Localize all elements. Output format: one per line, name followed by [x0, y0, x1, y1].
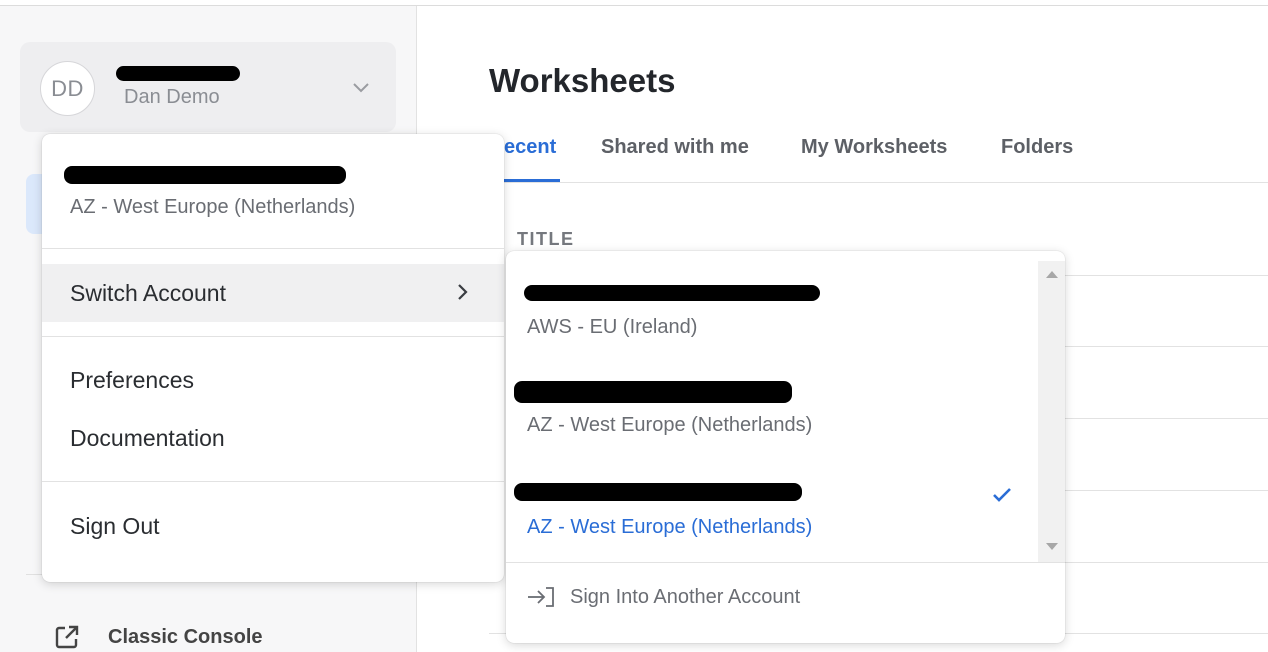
documentation-item[interactable]: Documentation: [42, 409, 504, 467]
redacted-account-name: [524, 285, 820, 301]
redacted-account-name: [64, 166, 346, 184]
table-row-divider: [1060, 275, 1268, 276]
switch-account-submenu: AWS - EU (Ireland) AZ - West Europe (Net…: [506, 251, 1065, 643]
submenu-divider: [506, 562, 1065, 563]
checkmark-icon: [993, 488, 1011, 502]
redacted-account-name: [514, 483, 802, 501]
current-account-region: AZ - West Europe (Netherlands): [70, 196, 356, 218]
menu-divider: [42, 248, 504, 249]
sign-out-item[interactable]: Sign Out: [42, 497, 504, 555]
account-menu: AZ - West Europe (Netherlands) Switch Ac…: [42, 134, 504, 582]
chevron-down-icon: [353, 83, 369, 93]
account-region: AZ - West Europe (Netherlands): [527, 414, 813, 436]
scroll-up-arrow-icon[interactable]: [1046, 271, 1058, 278]
account-option-selected[interactable]: AZ - West Europe (Netherlands): [506, 467, 1036, 567]
sign-in-icon: [528, 587, 554, 607]
switch-account-item[interactable]: Switch Account: [42, 264, 504, 322]
scroll-down-arrow-icon[interactable]: [1046, 543, 1058, 550]
preferences-item[interactable]: Preferences: [42, 351, 504, 409]
user-menu-button[interactable]: DD Dan Demo: [20, 42, 396, 132]
redacted-account-name: [514, 381, 792, 403]
classic-console-link[interactable]: Classic Console: [54, 624, 263, 650]
table-row-divider: [1060, 418, 1268, 419]
table-row-divider: [1060, 346, 1268, 347]
table-row-divider: [1060, 562, 1268, 563]
external-link-icon: [55, 625, 79, 649]
tab-folders[interactable]: Folders: [1001, 136, 1073, 159]
account-option[interactable]: AWS - EU (Ireland): [506, 269, 1036, 369]
menu-divider: [42, 481, 504, 482]
page-title: Worksheets: [489, 62, 676, 99]
documentation-label: Documentation: [70, 424, 225, 451]
submenu-scrollbar[interactable]: [1038, 261, 1065, 563]
title-column-header[interactable]: TITLE: [517, 229, 575, 250]
worksheet-tabs: ecent Shared with me My Worksheets Folde…: [486, 134, 1268, 183]
sign-out-label: Sign Out: [70, 512, 160, 539]
account-option[interactable]: AZ - West Europe (Netherlands): [506, 367, 1036, 467]
sign-into-another-account-label: Sign Into Another Account: [570, 585, 801, 608]
chevron-right-icon: [458, 284, 468, 300]
tab-recent[interactable]: ecent: [504, 136, 556, 159]
account-region: AWS - EU (Ireland): [527, 316, 698, 338]
redacted-account-name: [116, 66, 240, 81]
tab-my-worksheets[interactable]: My Worksheets: [801, 136, 947, 159]
account-region: AZ - West Europe (Netherlands): [527, 516, 813, 538]
tab-shared-with-me[interactable]: Shared with me: [601, 136, 749, 159]
avatar: DD: [40, 61, 95, 116]
table-row-divider: [1060, 490, 1268, 491]
switch-account-label: Switch Account: [70, 279, 226, 306]
menu-divider: [42, 336, 504, 337]
classic-console-label: Classic Console: [108, 625, 263, 648]
preferences-label: Preferences: [70, 366, 195, 393]
sign-into-another-account-button[interactable]: Sign Into Another Account: [526, 585, 800, 609]
user-name: Dan Demo: [124, 86, 220, 108]
